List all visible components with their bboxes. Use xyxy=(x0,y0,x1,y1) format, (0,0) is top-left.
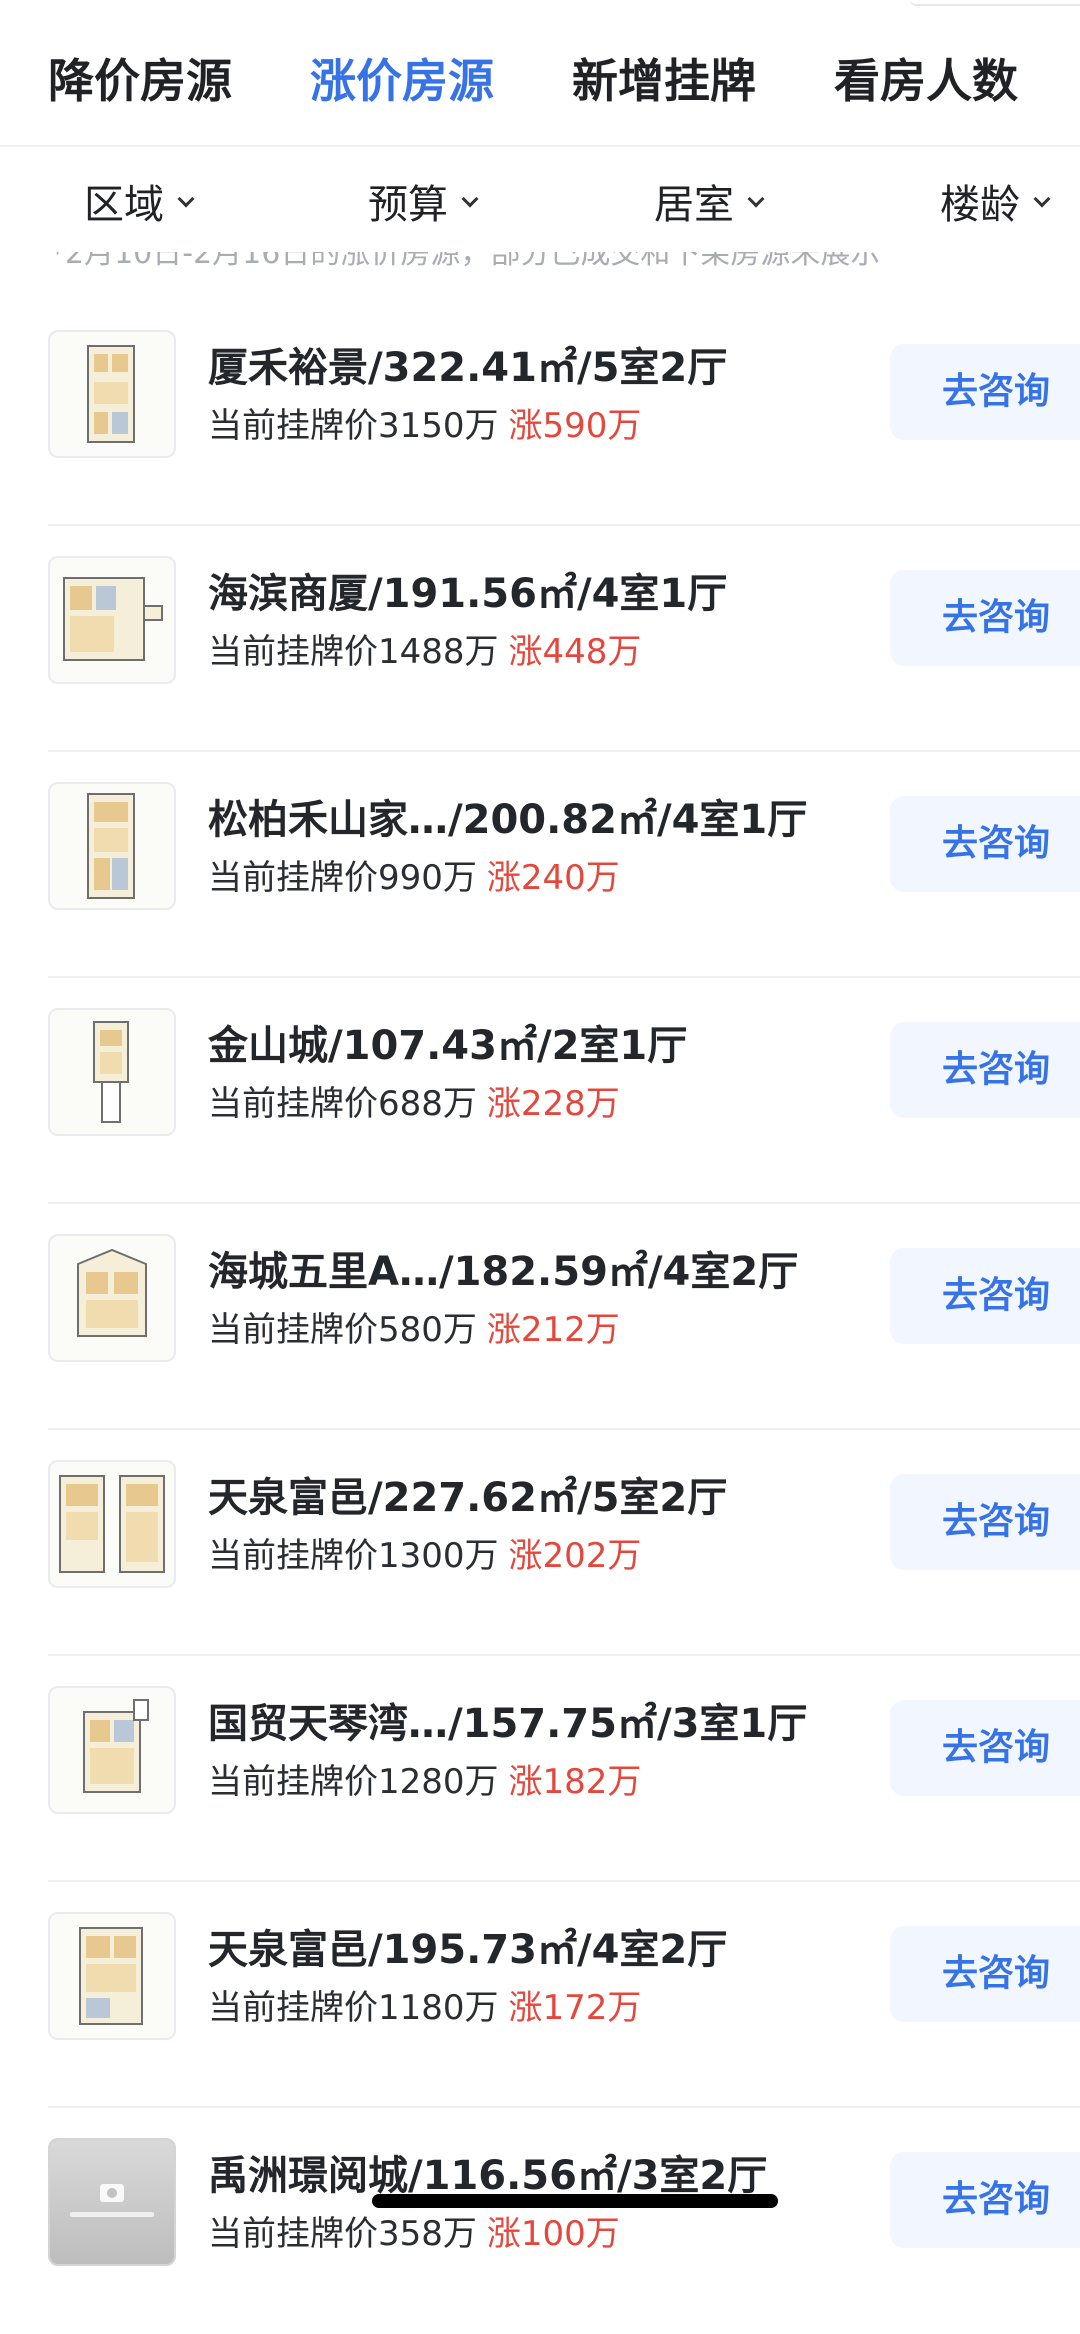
tab-price-drop[interactable]: 降价房源 xyxy=(48,50,232,112)
consult-button[interactable]: 去咨询 xyxy=(890,570,1080,666)
chevron-down-icon xyxy=(177,190,195,208)
filter-area[interactable]: 区域 xyxy=(84,177,195,233)
price-prefix: 当前挂牌价 xyxy=(208,2214,378,2254)
price-prefix: 当前挂牌价 xyxy=(208,1536,378,1576)
home-indicator xyxy=(372,2194,778,2208)
price-rise: 涨228万 xyxy=(486,1084,620,1124)
price-prefix: 当前挂牌价 xyxy=(208,858,378,898)
photo-placeholder-thumbnail[interactable] xyxy=(48,2138,176,2266)
listing-title: 国贸天琴湾…/157.75㎡/3室1厅 xyxy=(208,1701,808,1747)
listing-price: 当前挂牌价580万 涨212万 xyxy=(208,1306,620,1354)
price-prefix: 当前挂牌价 xyxy=(208,406,378,446)
chevron-down-icon xyxy=(461,190,479,208)
tab-price-rise[interactable]: 涨价房源 xyxy=(310,50,494,112)
price-value: 580万 xyxy=(378,1310,477,1350)
list-item[interactable]: 天泉富邑/227.62㎡/5室2厅 当前挂牌价1300万 涨202万 去咨询 xyxy=(0,1430,1080,1656)
price-value: 1488万 xyxy=(378,632,499,672)
consult-button[interactable]: 去咨询 xyxy=(890,2152,1080,2248)
filter-building-age-label: 楼龄 xyxy=(940,182,1020,228)
price-value: 688万 xyxy=(378,1084,477,1124)
price-rise: 涨240万 xyxy=(486,858,620,898)
listing-list: 厦禾裕景/322.41㎡/5室2厅 当前挂牌价3150万 涨590万 去咨询 海滨… xyxy=(0,300,1080,2334)
tab-new-listings[interactable]: 新增挂牌 xyxy=(572,50,756,112)
listing-price: 当前挂牌价990万 涨240万 xyxy=(208,854,620,902)
price-value: 990万 xyxy=(378,858,477,898)
filter-bar: 区域 预算 居室 楼龄 xyxy=(0,147,1080,257)
consult-button[interactable]: 去咨询 xyxy=(890,1022,1080,1118)
listing-price: 当前挂牌价358万 涨100万 xyxy=(208,2210,620,2258)
price-value: 1280万 xyxy=(378,1762,499,1802)
filter-rooms[interactable]: 居室 xyxy=(654,177,765,233)
filter-building-age[interactable]: 楼龄 xyxy=(940,177,1051,233)
notice-text: *2月10日-2月16日的涨价房源，部分已成交和下架房源未展示 xyxy=(50,252,1050,288)
price-prefix: 当前挂牌价 xyxy=(208,632,378,672)
listing-price: 当前挂牌价688万 涨228万 xyxy=(208,1080,620,1128)
notice-label: *2月10日-2月16日的涨价房源，部分已成交和下架房源未展示 xyxy=(50,252,881,271)
list-item[interactable]: 海滨商厦/191.56㎡/4室1厅 当前挂牌价1488万 涨448万 去咨询 xyxy=(0,526,1080,752)
price-prefix: 当前挂牌价 xyxy=(208,1310,378,1350)
listing-price: 当前挂牌价3150万 涨590万 xyxy=(208,402,641,450)
listing-price: 当前挂牌价1280万 涨182万 xyxy=(208,1758,641,1806)
listing-price: 当前挂牌价1300万 涨202万 xyxy=(208,1532,641,1580)
list-item[interactable]: 海城五里A…/182.59㎡/4室2厅 当前挂牌价580万 涨212万 去咨询 xyxy=(0,1204,1080,1430)
consult-button[interactable]: 去咨询 xyxy=(890,796,1080,892)
consult-button[interactable]: 去咨询 xyxy=(890,1700,1080,1796)
list-item[interactable]: 金山城/107.43㎡/2室1厅 当前挂牌价688万 涨228万 去咨询 xyxy=(0,978,1080,1204)
chevron-down-icon xyxy=(1033,190,1051,208)
floor-plan-thumbnail[interactable] xyxy=(48,782,176,910)
price-rise: 涨172万 xyxy=(508,1988,642,2028)
price-value: 1180万 xyxy=(378,1988,499,2028)
listing-title: 松柏禾山家…/200.82㎡/4室1厅 xyxy=(208,797,808,843)
price-rise: 涨448万 xyxy=(508,632,642,672)
filter-budget[interactable]: 预算 xyxy=(368,177,479,233)
floor-plan-thumbnail[interactable] xyxy=(48,1234,176,1362)
chevron-down-icon xyxy=(747,190,765,208)
price-value: 3150万 xyxy=(378,406,499,446)
floor-plan-thumbnail[interactable] xyxy=(48,1460,176,1588)
tab-bar: 降价房源 涨价房源 新增挂牌 看房人数 xyxy=(0,0,1080,147)
price-rise: 涨590万 xyxy=(508,406,642,446)
listing-title: 金山城/107.43㎡/2室1厅 xyxy=(208,1023,688,1069)
floor-plan-thumbnail[interactable] xyxy=(48,556,176,684)
filter-rooms-label: 居室 xyxy=(654,182,734,228)
listing-title: 厦禾裕景/322.41㎡/5室2厅 xyxy=(208,345,728,391)
list-item[interactable]: 国贸天琴湾…/157.75㎡/3室1厅 当前挂牌价1280万 涨182万 去咨询 xyxy=(0,1656,1080,1882)
filter-area-label: 区域 xyxy=(84,182,164,228)
consult-button[interactable]: 去咨询 xyxy=(890,344,1080,440)
consult-button[interactable]: 去咨询 xyxy=(890,1926,1080,2022)
price-value: 358万 xyxy=(378,2214,477,2254)
price-value: 1300万 xyxy=(378,1536,499,1576)
list-item[interactable]: 禹洲璟阅城/116.56㎡/3室2厅 当前挂牌价358万 涨100万 去咨询 xyxy=(0,2108,1080,2334)
listing-title: 天泉富邑/227.62㎡/5室2厅 xyxy=(208,1475,728,1521)
price-rise: 涨182万 xyxy=(508,1762,642,1802)
listing-title: 海城五里A…/182.59㎡/4室2厅 xyxy=(208,1249,799,1295)
floor-plan-thumbnail[interactable] xyxy=(48,1912,176,2040)
floor-plan-thumbnail[interactable] xyxy=(48,1686,176,1814)
price-prefix: 当前挂牌价 xyxy=(208,1084,378,1124)
tab-viewers[interactable]: 看房人数 xyxy=(834,50,1018,112)
listing-price: 当前挂牌价1180万 涨172万 xyxy=(208,1984,641,2032)
listing-title: 天泉富邑/195.73㎡/4室2厅 xyxy=(208,1927,728,1973)
floor-plan-thumbnail[interactable] xyxy=(48,330,176,458)
price-rise: 涨202万 xyxy=(508,1536,642,1576)
price-prefix: 当前挂牌价 xyxy=(208,1762,378,1802)
floor-plan-thumbnail[interactable] xyxy=(48,1008,176,1136)
price-rise: 涨100万 xyxy=(486,2214,620,2254)
list-item[interactable]: 天泉富邑/195.73㎡/4室2厅 当前挂牌价1180万 涨172万 去咨询 xyxy=(0,1882,1080,2108)
list-item[interactable]: 厦禾裕景/322.41㎡/5室2厅 当前挂牌价3150万 涨590万 去咨询 xyxy=(0,300,1080,526)
list-item[interactable]: 松柏禾山家…/200.82㎡/4室1厅 当前挂牌价990万 涨240万 去咨询 xyxy=(0,752,1080,978)
consult-button[interactable]: 去咨询 xyxy=(890,1248,1080,1344)
price-prefix: 当前挂牌价 xyxy=(208,1988,378,2028)
consult-button[interactable]: 去咨询 xyxy=(890,1474,1080,1570)
listing-title: 海滨商厦/191.56㎡/4室1厅 xyxy=(208,571,728,617)
listing-price: 当前挂牌价1488万 涨448万 xyxy=(208,628,641,676)
price-rise: 涨212万 xyxy=(486,1310,620,1350)
filter-budget-label: 预算 xyxy=(368,182,448,228)
